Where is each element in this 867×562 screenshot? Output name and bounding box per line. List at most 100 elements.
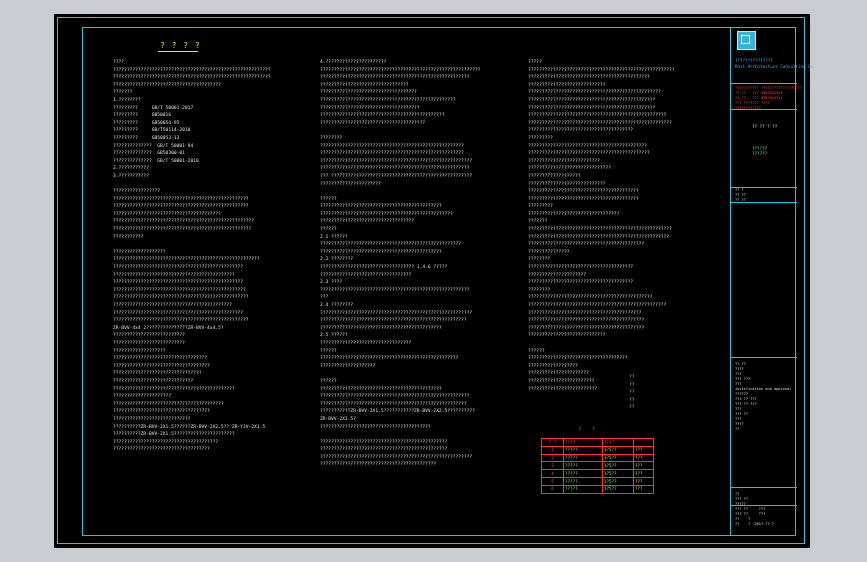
note-line: ????????????????????????????????????????: [113, 401, 224, 407]
note-line: ????????????????????????????????????????…: [113, 272, 235, 278]
note-line: ????????????????????????????????????????…: [320, 67, 481, 73]
note-line: ????????????????????????????????????????…: [320, 113, 445, 119]
note-line: ????????????????????????????????????????…: [113, 303, 232, 308]
note-line: [320, 370, 518, 378]
note-line: ??????????????????????????????????: [113, 356, 208, 362]
note-line: ?????????: [528, 135, 553, 141]
legend-cell: ???: [633, 469, 654, 478]
note-line: ????????????????????????????????: [113, 371, 202, 377]
note-line: ????????????????????????????????: [320, 82, 409, 88]
note-line: ??????????????????????????????????????: [528, 128, 634, 134]
note-line: ????????????????????????????: [528, 82, 606, 88]
note-line: ?????????????????????????????????: [320, 272, 412, 278]
note-line: ?????????????????????????????????: [528, 211, 620, 217]
note-line: 4.??????????????????????: [320, 60, 387, 65]
note-line: [113, 181, 308, 189]
note-line: [320, 188, 518, 196]
legend-symbols: ??????????: [629, 374, 635, 412]
legend-symbol: ??: [629, 382, 635, 388]
note-line: 1.????????: [113, 97, 141, 103]
note-line: ????????????????????????????????????????…: [320, 386, 442, 392]
legend-cell: ?????: [563, 445, 603, 455]
note-line: [528, 340, 723, 348]
note-line: ??????????????????????????????????: [320, 219, 415, 225]
note-line: ??????????????????????: [528, 371, 589, 377]
notes-column-1: ????????????????????????????????????????…: [113, 59, 308, 469]
note-line: ????????? GB50016: [113, 113, 172, 119]
legend-symbol: ??: [629, 405, 635, 411]
note-line: [113, 241, 308, 249]
note-line: ??? ????????????????????????????????????…: [320, 173, 473, 179]
note-line: ???????????????????????????????????????: [113, 82, 221, 88]
legend-cell: 1?5??: [602, 445, 634, 455]
note-line: ?????????????? GB/T 50001-94: [113, 143, 194, 149]
legend-cell: ???: [633, 461, 654, 471]
note-line: ????????????????????????????????????????…: [113, 295, 249, 301]
legend-cell: ???: [633, 476, 654, 486]
drawing-title: ? ? ? ?: [160, 41, 201, 50]
note-line: ZR-BVV-4x4 2???????????????ZR-BVV-4x4.5?: [113, 325, 224, 331]
note-line: ????????????????????????????????????????…: [528, 318, 645, 324]
note-line: ??????????????????????????????????????: [113, 439, 219, 445]
note-line: ?????????????????????????????: [113, 378, 194, 384]
note-line: ??????????????????????????: [528, 158, 600, 164]
note-line: ?????????????????????????: [528, 386, 598, 392]
drawing-name: ?????? ??????: [752, 146, 768, 156]
legend-table-row: 3????? 1?5?????: [541, 461, 654, 471]
legend-table-row: 1????? 1?5?????: [541, 445, 654, 455]
note-line: ????????????????????????????????????????…: [320, 249, 442, 255]
note-line: ????????????????????????: [528, 378, 595, 384]
note-line: ????????????????????????????????????????…: [528, 105, 656, 111]
note-line: 2.3 ????: [320, 280, 343, 286]
note-line: ????????????????????????????: [113, 416, 191, 422]
note-line: 2.2 ????????: [320, 257, 354, 263]
note-line: ???: [320, 295, 329, 301]
note-line: ?????????????????: [113, 189, 161, 195]
legend-table-header: ? ?????????: [541, 438, 654, 447]
note-line: ????????????????????????????????????????…: [320, 462, 437, 468]
note-line: ????????????????????????????????????????…: [528, 227, 672, 233]
note-line: ????????????????????????????????????????: [320, 424, 431, 430]
note-line: 2.???????????: [113, 166, 149, 172]
notes-column-2: 4.??????????????????????????????????????…: [320, 59, 518, 499]
company-name: ??????????????? Knit-Architecture Consul…: [735, 58, 816, 69]
note-line: ????????????????????????????????????: [320, 105, 420, 111]
note-line: ?????????????????????: [528, 272, 587, 278]
note-line: ????????????????????????????????????????…: [320, 401, 467, 407]
legend-cell: 1?5??: [602, 484, 634, 494]
legend-cell: ?????: [563, 469, 603, 478]
note-line: ????????????????????????????????????????…: [320, 325, 442, 331]
note-line: ??????????ZR-BVV-2X1.5??????ZR-BVV-2X2.5…: [113, 424, 266, 430]
legend-header-cell: ????: [563, 438, 603, 447]
legend-cell: ?????: [563, 476, 603, 486]
note-line: ????????????????????????????????????????: [528, 196, 639, 202]
note-line: ????????? GB50053-13: [113, 135, 180, 141]
legend-cell: 2: [541, 453, 564, 463]
legend-symbol: ??: [629, 397, 635, 403]
note-line: ???????????????????????????????????????: [113, 211, 221, 217]
legend-table-row: 2????? 1?5?????: [541, 453, 654, 463]
note-line: ????????????????????????????????????????…: [528, 310, 642, 316]
note-line: 3.???????????: [113, 173, 149, 179]
legend-table-row: 5????? 1?5?????: [541, 476, 654, 486]
legend-table: ? ????????? 1????? 1?5????? 2????? 1?5????? 3…: [541, 438, 654, 494]
note-line: ????????????????????????????????????: [528, 356, 628, 362]
note-line: ??????: [528, 348, 545, 354]
logo-mark-icon: [741, 35, 750, 44]
note-line: ????????????????????????????????????????…: [320, 151, 464, 157]
note-line: ????????????????????????????????????????…: [320, 454, 473, 460]
note-line: ???????????????: [528, 249, 570, 255]
note-line: ????????????????????????????????????????…: [320, 75, 470, 81]
approval-fields: ?? ?? ???? ??? ??? ??? ??? Justification…: [735, 362, 792, 431]
note-line: ????????????????????????????????????????…: [528, 151, 650, 157]
note-line: 2.4 ????????: [320, 303, 354, 308]
project-info: ??????????? ??????????????????? ??.??-- …: [735, 86, 803, 110]
legend-cell: ?????: [563, 484, 603, 494]
notes-column-3: ????????????????????????????????????????…: [528, 59, 723, 409]
note-line: ????????????????????????????????????????…: [528, 242, 645, 248]
note-line: [320, 127, 518, 135]
note-line: ????????????????????????????????????????…: [113, 219, 255, 225]
note-line: ???????????????????: [113, 348, 166, 354]
note-line: ????????????????????????????????????????…: [528, 303, 667, 308]
legend-cell: 3: [541, 461, 564, 471]
